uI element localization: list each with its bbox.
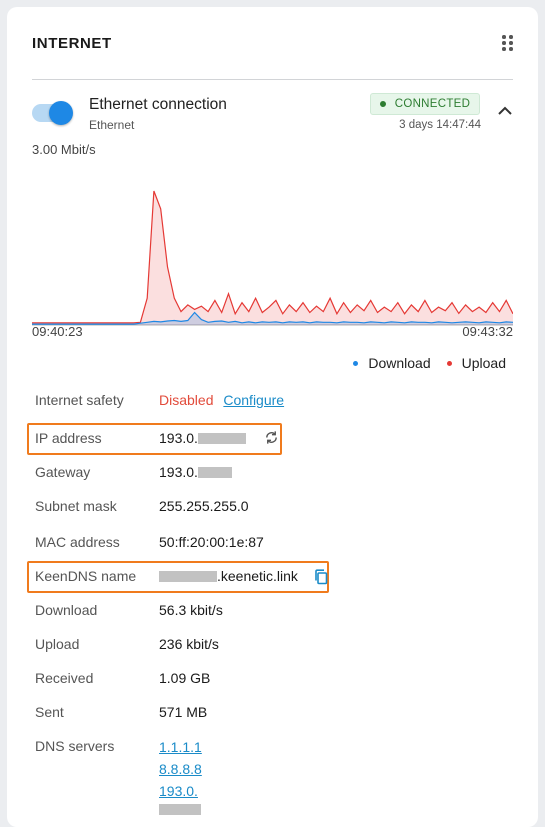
traffic-chart [32, 190, 513, 326]
redacted-block [159, 571, 217, 582]
download-value: 56.3 kbit/s [159, 602, 223, 618]
toggle-knob [49, 101, 73, 125]
received-label: Received [35, 670, 94, 686]
mac-address-label: MAC address [35, 534, 120, 550]
upload-value: 236 kbit/s [159, 636, 219, 652]
dns-server-link[interactable]: 193.0. [159, 783, 201, 817]
ip-address-value: 193.0. [159, 430, 246, 446]
uptime: 3 days 14:47:44 [399, 119, 481, 131]
drag-handle-icon[interactable] [502, 35, 514, 51]
redacted-block [197, 433, 246, 444]
gateway-value: 193.0. [159, 464, 232, 480]
internet-safety-status: Disabled [159, 392, 214, 408]
mac-address-value: 50:ff:20:00:1e:87 [159, 534, 264, 550]
configure-link[interactable]: Configure [223, 392, 284, 408]
divider [32, 79, 513, 80]
internet-widget: INTERNET Ethernet connection Ethernet CO… [7, 7, 538, 827]
status-dot-icon [379, 101, 386, 107]
chevron-up-icon[interactable] [497, 104, 513, 118]
dns-server-link[interactable]: 1.1.1.1 [159, 739, 202, 755]
legend-download: Download [353, 355, 431, 371]
ip-address-text: 193.0. [159, 430, 198, 446]
gateway-label: Gateway [35, 464, 91, 480]
chart-max-speed: 3.00 Mbit/s [32, 142, 96, 157]
keendns-text: .keenetic.link [217, 568, 298, 584]
dns-server-list: 1.1.1.1 8.8.8.8 193.0. [159, 738, 202, 815]
connection-name: Ethernet connection [89, 96, 227, 113]
copy-icon[interactable] [314, 569, 328, 585]
download-label: Download [35, 602, 98, 618]
ip-address-label: IP address [35, 430, 102, 446]
dns-servers-label: DNS servers [35, 738, 115, 754]
upload-area [32, 191, 513, 325]
upload-dot-icon [446, 360, 452, 366]
subnet-mask-label: Subnet mask [35, 498, 117, 514]
legend-upload-label: Upload [461, 355, 506, 371]
widget-title: INTERNET [32, 35, 112, 52]
upload-label: Upload [35, 636, 80, 652]
chart-time-start: 09:40:23 [32, 324, 83, 339]
connection-toggle[interactable] [32, 101, 73, 125]
status-badge: CONNECTED [370, 93, 480, 115]
sent-value: 571 MB [159, 704, 208, 720]
download-dot-icon [353, 360, 359, 366]
subnet-mask-value: 255.255.255.0 [159, 498, 249, 514]
dns-server-link[interactable]: 8.8.8.8 [159, 761, 202, 777]
internet-safety-value: Disabled Configure [159, 392, 284, 408]
received-value: 1.09 GB [159, 670, 211, 686]
internet-safety-label: Internet safety [35, 392, 124, 408]
upload-line [32, 190, 513, 324]
redacted-block [159, 804, 201, 815]
legend-upload: Upload [446, 355, 506, 371]
keendns-label: KeenDNS name [35, 568, 137, 584]
connection-type: Ethernet [89, 118, 135, 132]
gateway-text: 193.0. [159, 464, 198, 480]
legend-download-label: Download [368, 355, 431, 371]
chart-time-end: 09:43:32 [462, 324, 513, 339]
dns-server-text[interactable]: 193.0. [159, 783, 198, 799]
redacted-block [197, 467, 232, 478]
refresh-icon[interactable] [264, 430, 279, 445]
keendns-value: .keenetic.link [159, 568, 298, 584]
chart-legend: Download Upload [337, 355, 506, 371]
sent-label: Sent [35, 704, 64, 720]
status-text: CONNECTED [394, 98, 471, 110]
